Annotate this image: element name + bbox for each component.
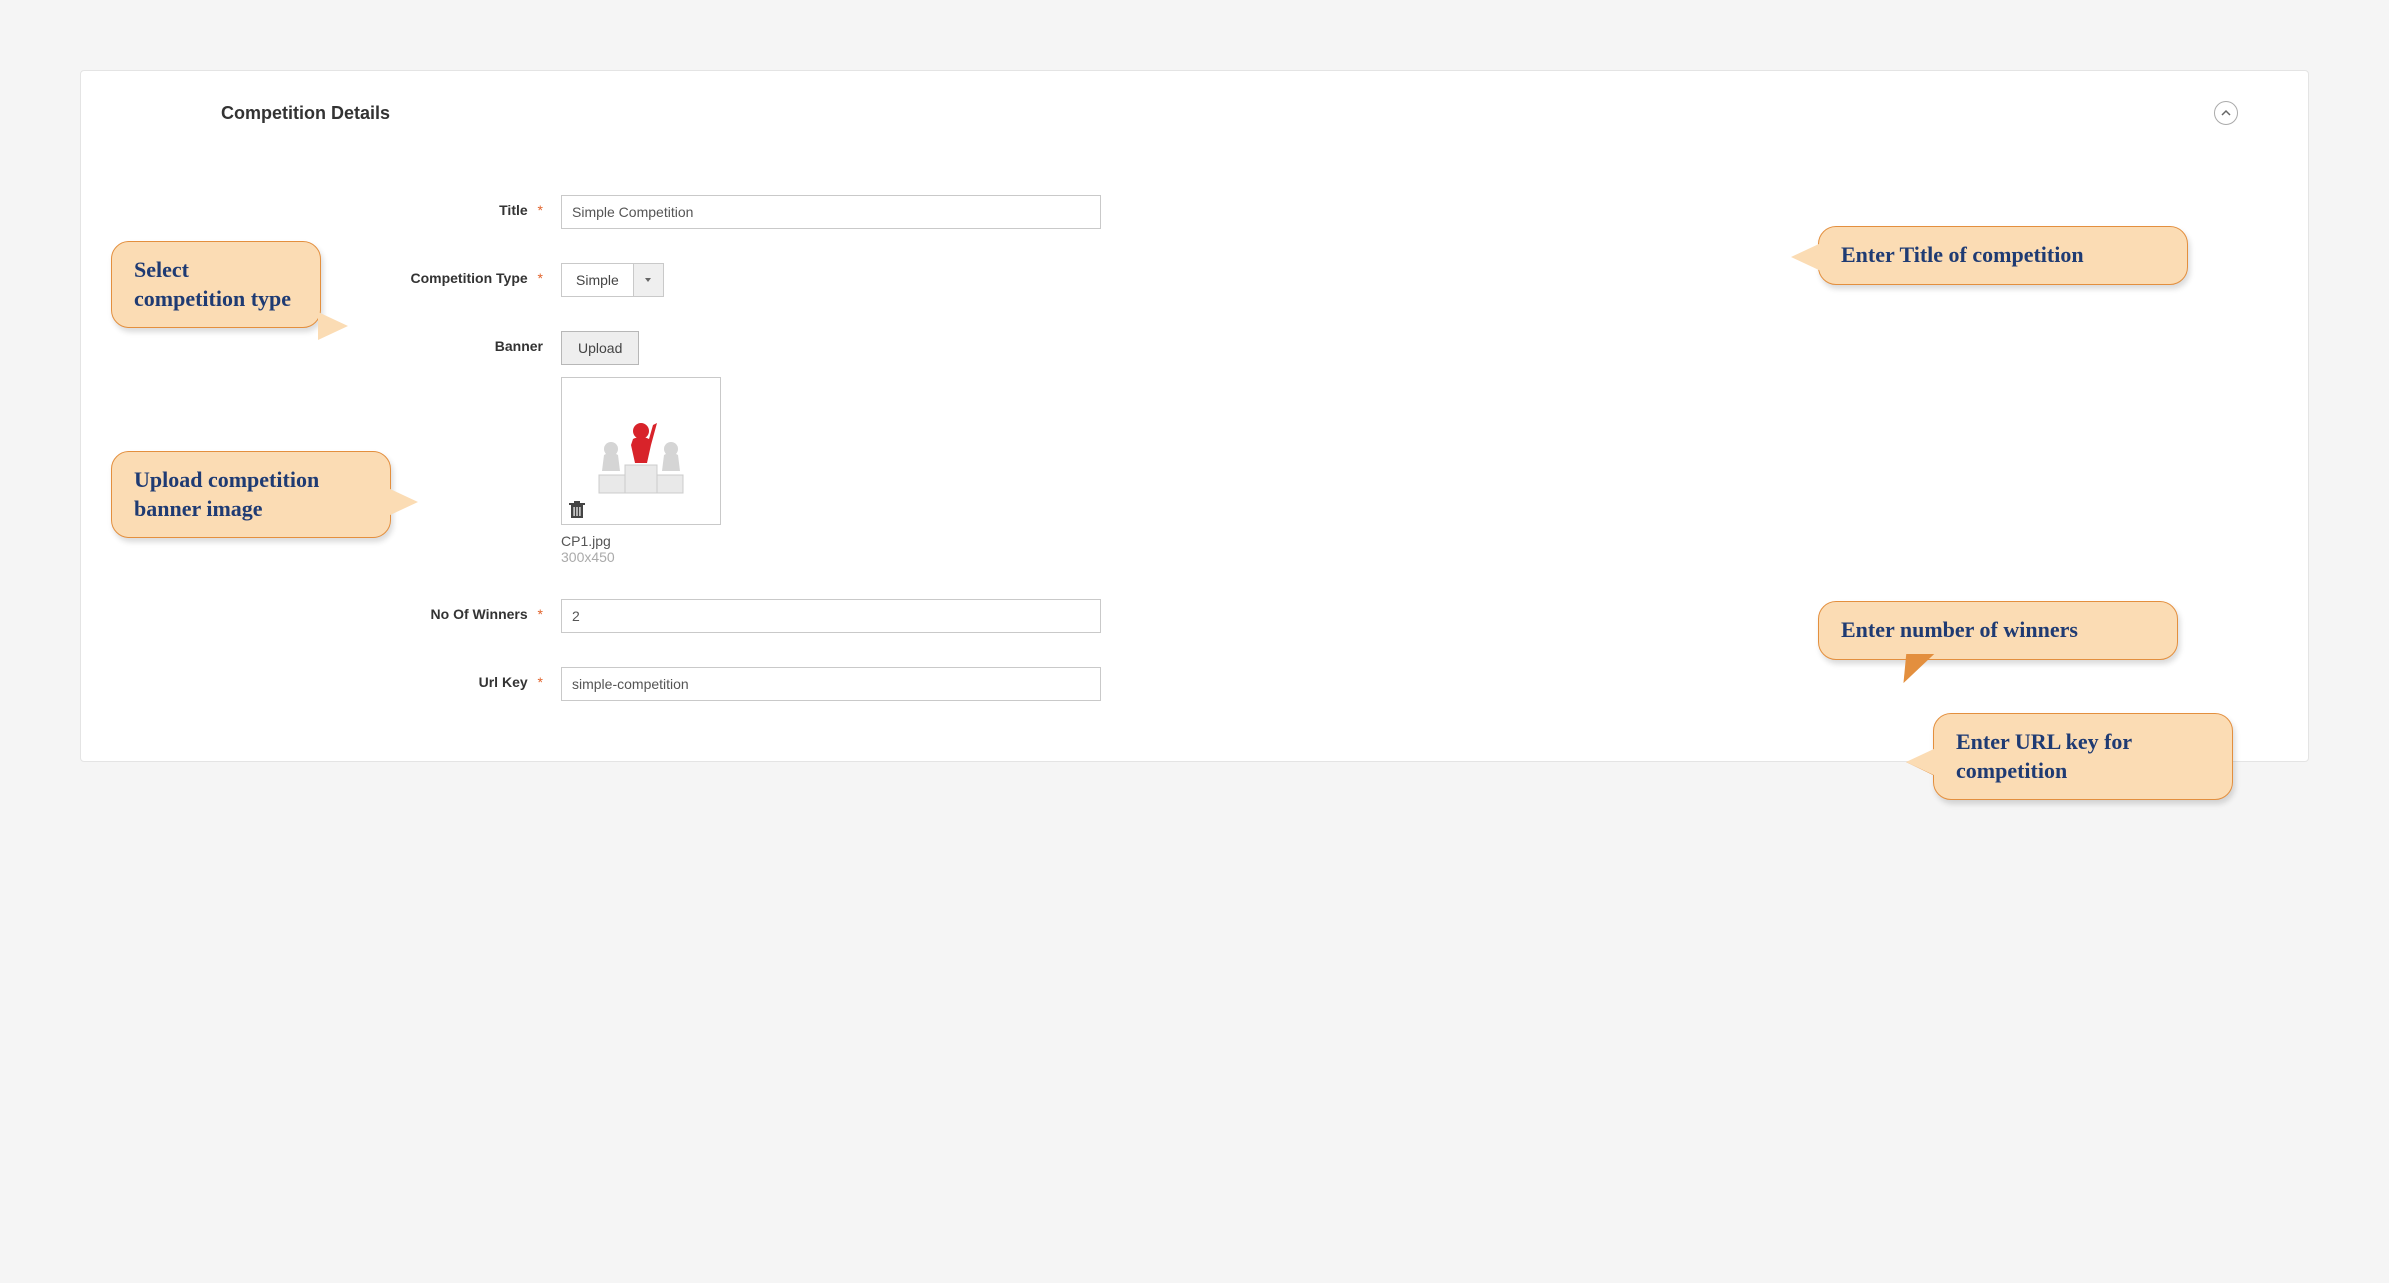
required-marker: *	[538, 606, 543, 622]
label-title: Title *	[141, 195, 561, 218]
chevron-up-icon	[2221, 108, 2231, 118]
banner-thumbnail[interactable]	[561, 377, 721, 525]
label-winners: No Of Winners *	[141, 599, 561, 622]
row-banner: Banner Upload	[141, 331, 2248, 565]
trash-icon	[568, 500, 586, 520]
callout-tail-icon	[1906, 748, 1936, 776]
required-marker: *	[538, 202, 543, 218]
banner-dimensions: 300x450	[561, 549, 2248, 565]
competition-details-panel: Competition Details Title * Competition …	[80, 70, 2309, 762]
required-marker: *	[538, 270, 543, 286]
callout-tail-icon	[318, 312, 348, 340]
callout-enter-urlkey: Enter URL key for competition	[1933, 713, 2233, 800]
collapse-toggle[interactable]	[2214, 101, 2238, 125]
callout-select-type: Select competition type	[111, 241, 321, 328]
delete-banner-button[interactable]	[568, 500, 586, 520]
callout-enter-title: Enter Title of competition	[1818, 226, 2188, 285]
callout-enter-winners: Enter number of winners	[1818, 601, 2178, 660]
banner-preview-icon	[581, 405, 701, 497]
select-value: Simple	[562, 264, 633, 296]
panel-title: Competition Details	[221, 103, 390, 124]
winners-input[interactable]	[561, 599, 1101, 633]
callout-tail-icon	[388, 488, 418, 516]
upload-button[interactable]: Upload	[561, 331, 639, 365]
caret-down-icon	[644, 276, 652, 284]
competition-type-select[interactable]: Simple	[561, 263, 664, 297]
urlkey-input[interactable]	[561, 667, 1101, 701]
callout-tail-icon	[1791, 243, 1821, 271]
panel-header: Competition Details	[141, 101, 2248, 125]
label-banner: Banner	[141, 331, 561, 354]
callout-upload-banner: Upload competition banner image	[111, 451, 391, 538]
select-dropdown-button[interactable]	[633, 264, 663, 296]
required-marker: *	[538, 674, 543, 690]
label-urlkey: Url Key *	[141, 667, 561, 690]
title-input[interactable]	[561, 195, 1101, 229]
banner-filename: CP1.jpg	[561, 533, 2248, 549]
row-urlkey: Url Key *	[141, 667, 2248, 701]
row-title: Title *	[141, 195, 2248, 229]
